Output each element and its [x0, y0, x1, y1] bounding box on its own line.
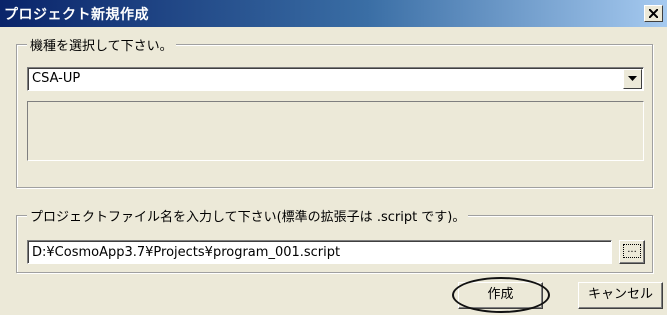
project-path-input[interactable]: [27, 240, 612, 264]
project-file-group: プロジェクトファイル名を入力して下さい(標準の拡張子は .script です)。…: [16, 206, 653, 273]
project-file-legend: プロジェクトファイル名を入力して下さい(標準の拡張子は .script です)。: [27, 206, 469, 225]
model-select-group: 機種を選択して下さい。 CSA-UP: [16, 35, 653, 188]
chevron-down-icon: [628, 76, 637, 81]
create-button[interactable]: 作成: [458, 282, 543, 309]
model-dropdown-value: CSA-UP: [32, 71, 81, 86]
browse-button-label: ...: [623, 244, 641, 258]
cancel-button[interactable]: キャンセル: [578, 282, 663, 309]
model-select-legend: 機種を選択して下さい。: [27, 35, 176, 54]
model-info-panel: [27, 101, 644, 161]
dialog-title: プロジェクト新規作成: [4, 7, 149, 23]
project-new-dialog: プロジェクト新規作成 機種を選択して下さい。 CSA-UP プロジェクトファイル…: [0, 0, 667, 315]
close-icon: [649, 9, 658, 18]
model-dropdown-button[interactable]: [623, 69, 642, 89]
title-bar: プロジェクト新規作成: [0, 0, 667, 27]
browse-button[interactable]: ...: [619, 240, 645, 264]
model-dropdown[interactable]: CSA-UP: [27, 67, 644, 91]
close-button[interactable]: [644, 5, 663, 22]
